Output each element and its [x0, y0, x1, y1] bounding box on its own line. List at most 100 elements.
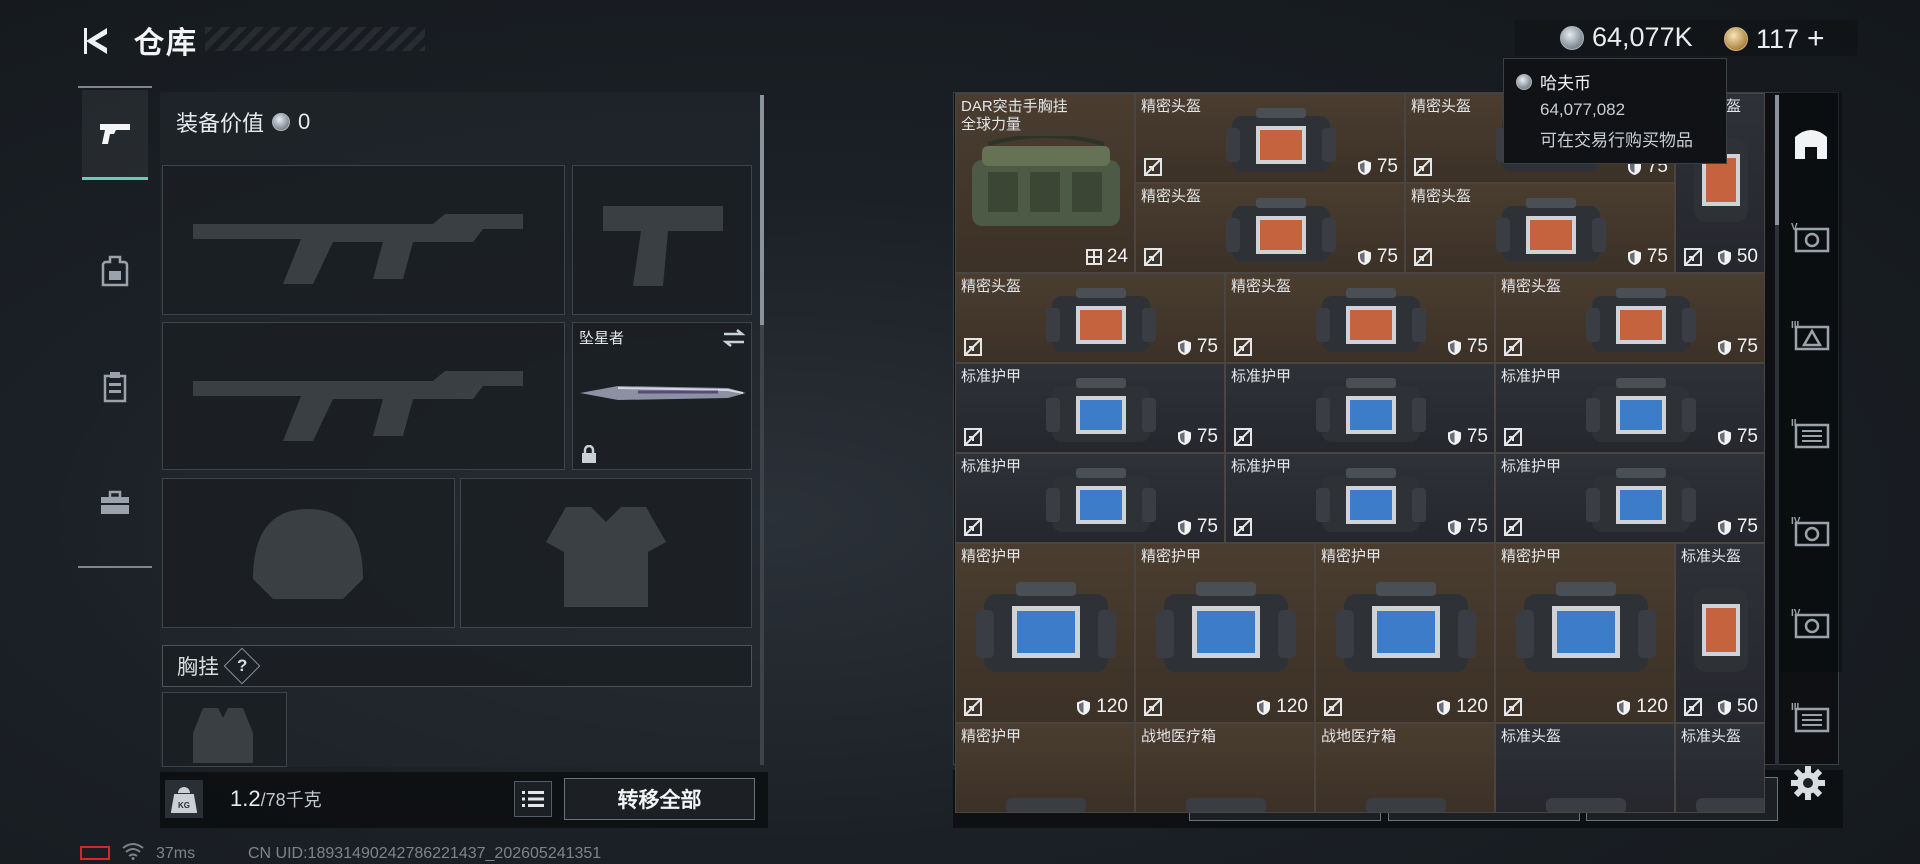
- title-decoration: [205, 27, 425, 51]
- weight-icon: KG: [165, 780, 203, 818]
- case-v-icon: V: [1791, 222, 1830, 253]
- armor-item-icon: [1516, 582, 1656, 672]
- add-currency-button[interactable]: +: [1807, 22, 1825, 56]
- vault-icon: [1795, 130, 1827, 159]
- inventory-item[interactable]: 精密护甲 120: [1495, 543, 1675, 723]
- inventory-scrollbar-thumb[interactable]: [1775, 95, 1779, 225]
- primary-weapon-slot[interactable]: [162, 165, 565, 315]
- help-button[interactable]: ?: [223, 647, 261, 685]
- nav-toolbox[interactable]: [82, 458, 148, 548]
- premium-amount: 117: [1756, 23, 1800, 54]
- inventory-item[interactable]: 精密护甲 120: [1135, 543, 1315, 723]
- helmet-slot[interactable]: [162, 478, 455, 628]
- inventory-item[interactable]: 精密护甲: [955, 723, 1135, 813]
- equipment-value-label: 装备价值: [176, 111, 265, 136]
- inventory-item[interactable]: 标准护甲 75: [1225, 453, 1495, 543]
- item-stat-value: 75: [1196, 516, 1218, 537]
- nav-weapons[interactable]: [82, 90, 148, 180]
- no-repair-icon: [1504, 698, 1522, 716]
- nav-chest-rig[interactable]: [82, 342, 148, 432]
- wifi-icon: [122, 843, 144, 860]
- item-status: [1504, 338, 1522, 356]
- item-status: [1684, 248, 1702, 266]
- list-view-button[interactable]: [514, 781, 552, 817]
- helmet-item-icon: [1586, 288, 1696, 352]
- back-arrow-icon[interactable]: [80, 24, 114, 58]
- item-stat: 50: [1717, 246, 1758, 268]
- item-stat: 75: [1717, 516, 1758, 538]
- item-stat-value: 120: [1276, 696, 1308, 717]
- inventory-item[interactable]: 精密头盔 75: [1135, 93, 1405, 183]
- inventory-item[interactable]: 精密护甲 120: [955, 543, 1135, 723]
- item-stat: 75: [1357, 246, 1398, 268]
- nav-backpack[interactable]: [82, 226, 148, 316]
- secondary-weapon-slot[interactable]: [572, 165, 752, 315]
- chest-rig-label: 胸挂: [177, 656, 219, 679]
- item-status: [1414, 158, 1432, 176]
- item-name: 精密护甲: [1501, 548, 1562, 565]
- case-v-button[interactable]: V: [1786, 212, 1836, 262]
- item-stat: 75: [1357, 156, 1398, 178]
- case-iv-button[interactable]: IV: [1786, 506, 1836, 556]
- armor-shield-icon: [1717, 699, 1731, 715]
- item-stat: 75: [1627, 246, 1668, 268]
- item-stat-value: 24: [1106, 246, 1128, 267]
- item-name: 标准护甲: [961, 458, 1022, 475]
- backpack-icon: [101, 255, 129, 287]
- inventory-item[interactable]: 标准护甲 75: [955, 363, 1225, 453]
- inventory-item[interactable]: 标准头盔 50: [1675, 543, 1765, 723]
- no-repair-icon: [1144, 158, 1162, 176]
- case-iv-b-button[interactable]: IV: [1786, 598, 1836, 648]
- case-iii-b-button[interactable]: III: [1786, 692, 1836, 742]
- equipment-scrollbar-thumb[interactable]: [760, 95, 764, 325]
- premium-balance[interactable]: 117 +: [1724, 22, 1825, 56]
- inventory-item[interactable]: 标准护甲 75: [955, 453, 1225, 543]
- chest-rig-slot[interactable]: [162, 692, 287, 767]
- inventory-item[interactable]: 精密头盔 75: [1495, 273, 1765, 363]
- item-stat: 75: [1447, 336, 1488, 358]
- item-stat-value: 75: [1196, 426, 1218, 447]
- inventory-item[interactable]: 精密头盔 75: [1225, 273, 1495, 363]
- transfer-all-button[interactable]: 转移全部: [564, 778, 755, 820]
- primary-weapon-slot-2[interactable]: [162, 322, 565, 470]
- settings-gear-icon[interactable]: [1789, 764, 1827, 802]
- inventory-item[interactable]: 标准头盔: [1495, 723, 1675, 813]
- item-stat: 75: [1177, 336, 1218, 358]
- inventory-item[interactable]: 标准护甲 75: [1495, 453, 1765, 543]
- armor-shield-icon: [1177, 339, 1191, 355]
- swap-icon[interactable]: [721, 327, 747, 349]
- case-iii-button[interactable]: III: [1786, 310, 1836, 360]
- inventory-item[interactable]: 精密头盔 75: [1135, 183, 1405, 273]
- case-ii-button[interactable]: II: [1786, 408, 1836, 458]
- item-name: 精密护甲: [1321, 548, 1382, 565]
- item-status: [964, 428, 982, 446]
- case-iii-b-icon: III: [1791, 702, 1830, 733]
- item-status: [1504, 428, 1522, 446]
- inventory-item[interactable]: 标准头盔: [1675, 723, 1765, 813]
- inventory-item[interactable]: 标准护甲 75: [1225, 363, 1495, 453]
- armor-slot[interactable]: [460, 478, 752, 628]
- helmet-item-icon: [1496, 198, 1606, 262]
- tooltip-amount: 64,077,082: [1540, 100, 1626, 119]
- havcoin-balance[interactable]: 64,077K: [1560, 22, 1693, 53]
- weight-current: 1.2: [230, 786, 261, 811]
- item-stat-value: 75: [1736, 336, 1758, 357]
- inventory-item[interactable]: 战地医疗箱: [1315, 723, 1495, 813]
- vault-button[interactable]: [1786, 118, 1836, 168]
- item-status: [1234, 518, 1252, 536]
- armor-shield-icon: [1177, 429, 1191, 445]
- item-name: 标准头盔: [1501, 728, 1562, 745]
- inventory-item[interactable]: 精密头盔 75: [955, 273, 1225, 363]
- no-repair-icon: [1414, 248, 1432, 266]
- inventory-item[interactable]: DAR突击手胸挂 全球力量 24: [955, 93, 1135, 273]
- helmet-silhouette-icon: [253, 509, 363, 599]
- inventory-item[interactable]: 精密头盔 75: [1405, 183, 1675, 273]
- item-name: 精密头盔: [961, 278, 1022, 295]
- inventory-item[interactable]: 标准护甲 75: [1495, 363, 1765, 453]
- melee-slot[interactable]: 坠星者: [572, 322, 752, 470]
- inventory-item[interactable]: 战地医疗箱: [1135, 723, 1315, 813]
- inventory-item[interactable]: 精密护甲 120: [1315, 543, 1495, 723]
- item-status: [1144, 698, 1162, 716]
- armor-shield-icon: [1257, 699, 1271, 715]
- item-name: 标准护甲: [961, 368, 1022, 385]
